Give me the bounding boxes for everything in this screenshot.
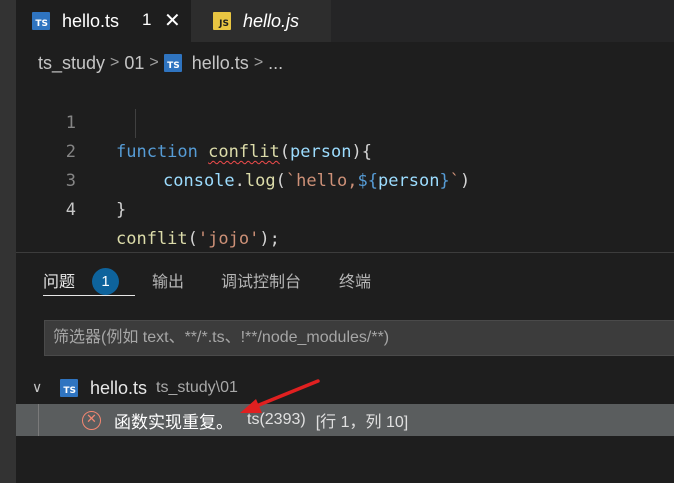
problem-item[interactable]: ✕ 函数实现重复。 ts(2393) [行 1，列 10]	[16, 404, 674, 436]
code-line[interactable]: 1 function conflit(person){	[16, 80, 674, 162]
function-call: conflit	[116, 229, 188, 249]
editor-tab-bar: TS hello.ts 1 ✕ JS hello.js	[16, 0, 674, 42]
chevron-down-icon[interactable]: ∨	[32, 380, 52, 396]
tab-debug-console[interactable]: 调试控制台	[221, 269, 301, 297]
punctuation: (	[187, 229, 198, 249]
problem-file-row[interactable]: ∨ TS hello.ts ts_study\01	[16, 373, 674, 403]
error-code: ts(2393)	[247, 411, 306, 428]
breadcrumb-subfolder[interactable]: 01	[124, 53, 144, 74]
error-position: [行 1，列 10]	[315, 414, 409, 431]
code-editor[interactable]: 1 function conflit(person){ 2 console.lo…	[16, 80, 674, 252]
code-text: conflit('jojo');	[116, 225, 280, 254]
tab-hello-ts[interactable]: TS hello.ts 1 ✕	[16, 0, 191, 42]
error-icon: ✕	[82, 410, 101, 430]
tab-hello-js[interactable]: JS hello.js	[191, 0, 331, 42]
typescript-file-icon: TS	[163, 54, 182, 72]
tab-problems[interactable]: 问题	[43, 269, 75, 297]
filter-input[interactable]	[45, 321, 674, 355]
breadcrumb-more[interactable]: ...	[268, 53, 283, 74]
active-tab-indicator	[43, 295, 135, 296]
tab-label: hello.js	[243, 10, 300, 31]
tree-indent-guide	[38, 404, 39, 436]
bottom-panel: 问题 1 输出 调试控制台 终端 ∨ TS hello.ts ts_study\…	[16, 253, 674, 483]
code-line[interactable]: 4 conflit('jojo');	[16, 167, 674, 249]
string-literal: 'jojo'	[197, 229, 260, 249]
code-line[interactable]: 2 console.log(`hello,${person}`)	[16, 109, 674, 191]
error-message: 函数实现重复。	[114, 412, 233, 432]
problem-file-path: ts_study\01	[156, 379, 238, 396]
breadcrumb-file[interactable]: hello.ts	[192, 53, 249, 74]
chevron-right-icon: >	[110, 54, 120, 71]
typescript-file-icon: TS	[60, 379, 78, 397]
chevron-right-icon: >	[149, 54, 159, 71]
punctuation: }	[116, 200, 127, 220]
tab-label: hello.ts	[62, 10, 120, 31]
activity-bar-edge	[0, 0, 16, 483]
breadcrumb-folder[interactable]: ts_study	[38, 53, 105, 74]
close-icon[interactable]: ✕	[164, 8, 181, 32]
tab-problem-count: 1	[142, 10, 152, 29]
problems-filter	[44, 320, 674, 356]
breadcrumb: ts_study > 01 > TS hello.ts > ...	[38, 50, 283, 76]
javascript-file-icon: JS	[213, 12, 231, 30]
problem-file-name: hello.ts	[90, 377, 148, 398]
line-number: 4	[65, 200, 76, 220]
punctuation: );	[259, 229, 280, 249]
code-text: }	[116, 196, 126, 225]
tab-terminal[interactable]: 终端	[339, 269, 371, 297]
typescript-file-icon: TS	[32, 12, 50, 30]
problem-count-badge: 1	[92, 268, 119, 295]
tab-output[interactable]: 输出	[152, 269, 184, 297]
chevron-right-icon: >	[253, 54, 264, 71]
code-line[interactable]: 3 }	[16, 138, 674, 220]
